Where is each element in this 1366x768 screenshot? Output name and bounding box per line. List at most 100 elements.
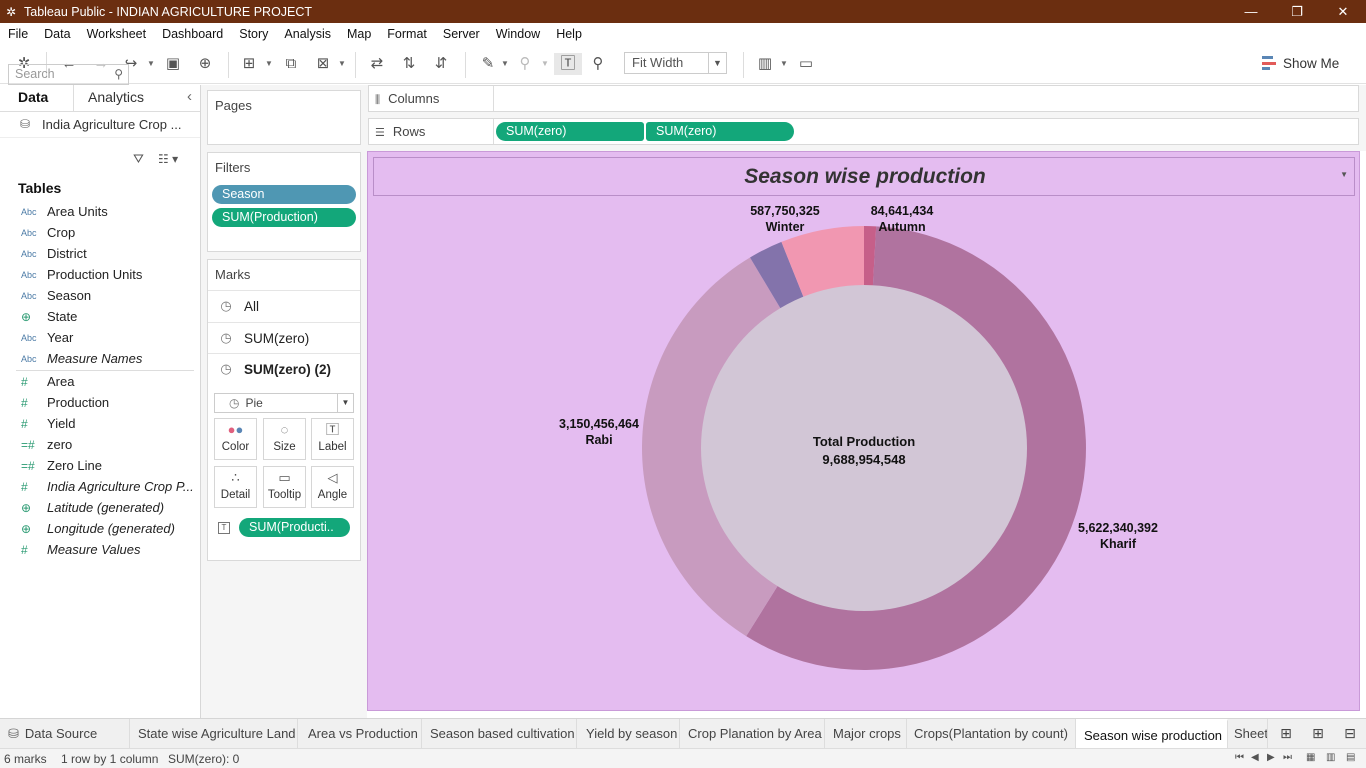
- pin-axes-icon[interactable]: ⚲: [587, 53, 609, 75]
- label-button[interactable]: 🅃 Label: [311, 418, 354, 460]
- menu-analysis[interactable]: Analysis: [284, 27, 331, 41]
- tab-sheet[interactable]: Sheet: [1226, 719, 1268, 748]
- new-worksheet-icon[interactable]: ⊞: [1276, 725, 1296, 743]
- restore-icon[interactable]: ❐: [1274, 0, 1320, 23]
- replay-dropdown-icon[interactable]: ▼: [146, 53, 156, 75]
- shelves: ⫼ Columns ☰ Rows SUM(zero) SUM(zero): [367, 85, 1366, 151]
- field-india-agriculture-crop-p[interactable]: # India Agriculture Crop P...: [0, 476, 200, 497]
- field-yield[interactable]: # Yield: [0, 413, 200, 434]
- field-latitude-generated[interactable]: ⊕ Latitude (generated): [0, 497, 200, 518]
- menu-worksheet[interactable]: Worksheet: [87, 27, 147, 41]
- field-measure-names[interactable]: Abc Measure Names: [0, 348, 200, 369]
- filter-pill-season[interactable]: Season: [212, 185, 356, 204]
- angle-button[interactable]: ◁ Angle: [311, 466, 354, 508]
- field-area[interactable]: # Area: [0, 371, 200, 392]
- rows-pill-sum-zero[interactable]: SUM(zero): [496, 122, 644, 141]
- tab-yield-by-season[interactable]: Yield by season: [578, 719, 680, 748]
- tab-state-wise-agriculture-land[interactable]: State wise Agriculture Land: [130, 719, 298, 748]
- menu-window[interactable]: Window: [496, 27, 540, 41]
- show-me-button[interactable]: Show Me: [1262, 53, 1339, 73]
- color-button[interactable]: ●● Color: [214, 418, 257, 460]
- search-input[interactable]: Search ⚲: [8, 64, 129, 85]
- menu-format[interactable]: Format: [387, 27, 427, 41]
- tab-crop-planation-by-area[interactable]: Crop Planation by Area: [680, 719, 825, 748]
- clear-sheet-icon[interactable]: ⊠: [312, 53, 334, 75]
- menu-file[interactable]: File: [8, 27, 28, 41]
- new-datasource-icon[interactable]: ⊕: [194, 53, 216, 75]
- show-sheet-sorter-icon[interactable]: ▦: [1306, 752, 1315, 763]
- last-sheet-icon[interactable]: ⏭: [1283, 752, 1292, 763]
- menu-map[interactable]: Map: [347, 27, 371, 41]
- label-pill-production[interactable]: SUM(Producti..: [239, 518, 350, 537]
- field-measure-values[interactable]: # Measure Values: [0, 539, 200, 560]
- new-worksheet-dropdown-icon[interactable]: ▼: [264, 53, 274, 75]
- duplicate-icon[interactable]: ⧉: [280, 53, 302, 75]
- tab-major-crops[interactable]: Major crops: [825, 719, 907, 748]
- menu-dashboard[interactable]: Dashboard: [162, 27, 223, 41]
- donut-chart[interactable]: Total Production 9,688,954,548 84,641,43…: [368, 152, 1361, 712]
- marks-row-sum-zero[interactable]: ◷ SUM(zero): [208, 322, 360, 353]
- show-cards-dropdown-icon[interactable]: ▼: [779, 53, 789, 75]
- tab-season-wise-production[interactable]: Season wise production: [1076, 719, 1228, 748]
- new-dashboard-icon[interactable]: ⊞: [1308, 725, 1328, 743]
- menu-server[interactable]: Server: [443, 27, 480, 41]
- detail-label: Detail: [220, 489, 251, 501]
- fit-select[interactable]: Fit Width ▼: [624, 52, 727, 74]
- close-icon[interactable]: ✕: [1320, 0, 1366, 23]
- clear-dropdown-icon[interactable]: ▼: [337, 53, 347, 75]
- field-crop[interactable]: Abc Crop: [0, 222, 200, 243]
- highlight-icon[interactable]: ✎: [477, 53, 499, 75]
- field-production-units[interactable]: Abc Production Units: [0, 264, 200, 285]
- filters-card[interactable]: Filters Season SUM(Production): [207, 152, 361, 252]
- show-filmstrip-icon[interactable]: ▥: [1326, 752, 1335, 763]
- sort-ascending-icon[interactable]: ⇅: [398, 53, 420, 75]
- minimize-icon[interactable]: —: [1228, 0, 1274, 23]
- title-menu-icon[interactable]: ▼: [1340, 170, 1348, 179]
- tab-area-vs-production[interactable]: Area vs Production: [300, 719, 422, 748]
- sort-descending-icon[interactable]: ⇵: [430, 53, 452, 75]
- swap-icon[interactable]: ⇄: [366, 53, 388, 75]
- field-production[interactable]: # Production: [0, 392, 200, 413]
- new-story-icon[interactable]: ⊟: [1340, 725, 1360, 743]
- columns-shelf[interactable]: ⫼ Columns: [368, 85, 1359, 112]
- rows-shelf[interactable]: ☰ Rows SUM(zero) SUM(zero): [368, 118, 1359, 145]
- marks-row-sum-zero-2[interactable]: ◷ SUM(zero) (2): [208, 353, 360, 384]
- rows-pill-sum-zero-2[interactable]: SUM(zero): [646, 122, 794, 141]
- show-mark-labels-icon[interactable]: 🅃: [554, 53, 582, 75]
- mark-type-select[interactable]: ◷ Pie ▼: [214, 393, 354, 413]
- save-icon[interactable]: ▣: [162, 53, 184, 75]
- tooltip-label: Tooltip: [267, 489, 302, 501]
- marks-row-all[interactable]: ◷ All: [208, 290, 360, 321]
- new-worksheet-icon[interactable]: ⊞: [238, 53, 260, 75]
- presentation-mode-icon[interactable]: ▭: [795, 53, 817, 75]
- size-button[interactable]: ◌ Size: [263, 418, 306, 460]
- label-icon: 🅃: [325, 422, 339, 437]
- menu-story[interactable]: Story: [239, 27, 268, 41]
- group-members-icon[interactable]: ⚲: [514, 53, 536, 75]
- field-area-units[interactable]: Abc Area Units: [0, 201, 200, 222]
- field-zero[interactable]: =# zero: [0, 434, 200, 455]
- tab-crops-plantation-by-count[interactable]: Crops(Plantation by count): [906, 719, 1076, 748]
- field-longitude-generated[interactable]: ⊕ Longitude (generated): [0, 518, 200, 539]
- prev-sheet-icon[interactable]: ◀: [1251, 752, 1259, 763]
- menu-help[interactable]: Help: [556, 27, 582, 41]
- show-cards-icon[interactable]: ▥: [754, 53, 776, 75]
- field-season[interactable]: Abc Season: [0, 285, 200, 306]
- field-year[interactable]: Abc Year: [0, 327, 200, 348]
- detail-button[interactable]: ∴ Detail: [214, 466, 257, 508]
- group-dropdown-icon[interactable]: ▼: [540, 53, 550, 75]
- tooltip-button[interactable]: ▭ Tooltip: [263, 466, 306, 508]
- pages-card[interactable]: Pages: [207, 90, 361, 145]
- menu-data[interactable]: Data: [44, 27, 70, 41]
- field-district[interactable]: Abc District: [0, 243, 200, 264]
- tab-data-source[interactable]: ⛁ Data Source: [0, 719, 130, 748]
- filter-pill-production[interactable]: SUM(Production): [212, 208, 356, 227]
- tab-season-based-cultivation[interactable]: Season based cultivation: [422, 719, 577, 748]
- field-zero-line[interactable]: =# Zero Line: [0, 455, 200, 476]
- field-state[interactable]: ⊕ State: [0, 306, 200, 327]
- first-sheet-icon[interactable]: ⏮: [1235, 752, 1244, 763]
- viz-canvas[interactable]: Total Production 9,688,954,548 84,641,43…: [367, 151, 1360, 711]
- highlight-dropdown-icon[interactable]: ▼: [500, 53, 510, 75]
- next-sheet-icon[interactable]: ▶: [1267, 752, 1275, 763]
- show-tabs-icon[interactable]: ▤: [1346, 752, 1355, 763]
